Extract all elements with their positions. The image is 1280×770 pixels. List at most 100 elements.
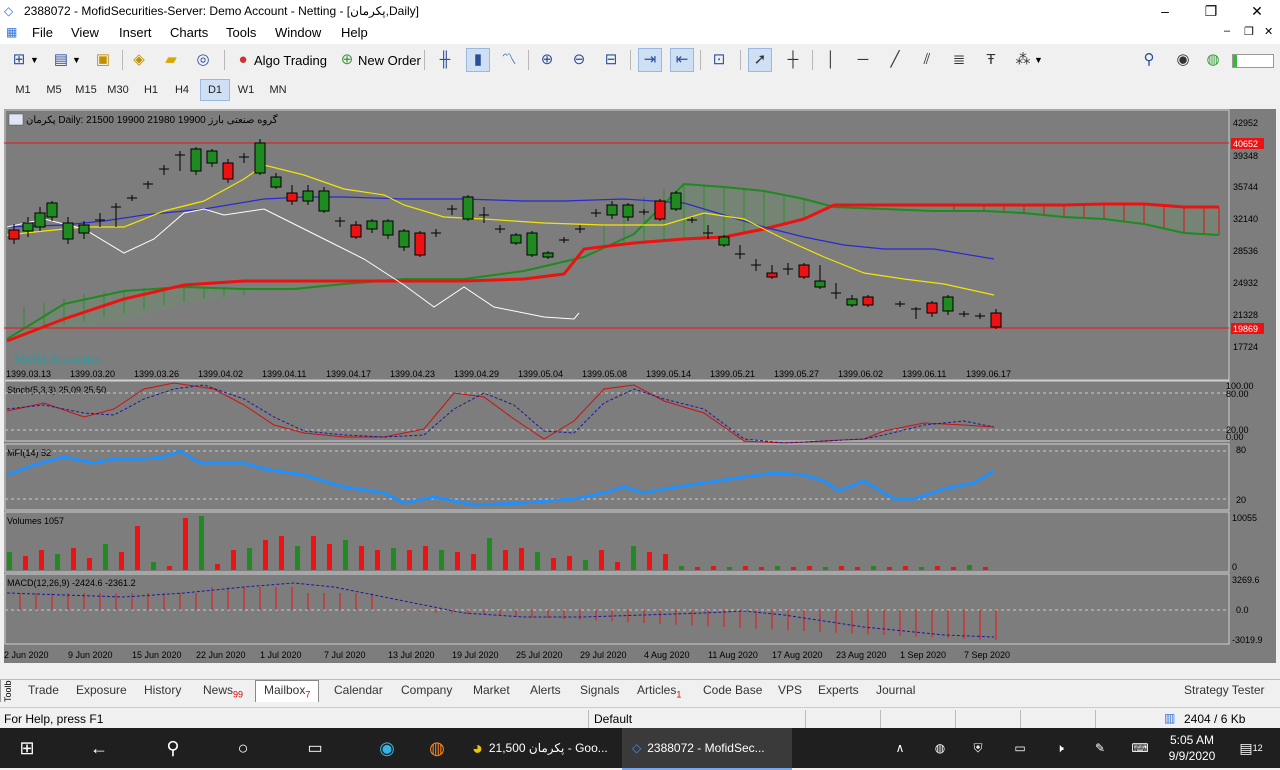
tab-mailbox[interactable]: Mailbox7 — [255, 680, 320, 703]
level-button[interactable]: ◍ — [1202, 48, 1224, 72]
search-button[interactable]: ⚲ — [1138, 48, 1160, 72]
profiles-button[interactable]: ▤ ▼ — [50, 48, 81, 72]
mt5-window-label: 2388072 - MofidSec... — [647, 741, 765, 755]
chart-shift-button[interactable]: ⇤ — [670, 48, 694, 72]
menu-insert[interactable]: Insert — [119, 25, 152, 40]
tab-label: Exposure — [76, 683, 127, 697]
title-bar: ◇ 2388072 - MofidSecurities-Server: Demo… — [0, 0, 1280, 22]
terminal-button[interactable]: ▰ — [160, 48, 182, 72]
algo-trading-button[interactable]: ● Algo Trading — [232, 48, 327, 72]
edge-icon[interactable]: ◉ — [364, 728, 410, 768]
zoom-in-button[interactable]: ⊕ — [536, 48, 558, 72]
tab-alerts[interactable]: Alerts — [530, 683, 561, 697]
timeframe-w1[interactable]: W1 — [232, 79, 260, 101]
child-minimize-button[interactable]: – — [1224, 25, 1230, 37]
tab-journal[interactable]: Journal — [876, 683, 915, 697]
connection-icon[interactable]: ▥ — [1164, 711, 1175, 725]
app-icon: ◇ — [4, 4, 14, 18]
volume-bar — [823, 567, 828, 570]
vertical-line-button[interactable]: │ — [820, 48, 842, 72]
timeframe-m30[interactable]: M30 — [104, 79, 132, 101]
market-watch-button[interactable]: ▣ — [92, 48, 114, 72]
toolbox-side-label[interactable]: Toolbox — [0, 680, 15, 702]
timeframe-m1[interactable]: M1 — [9, 79, 37, 101]
templates-button[interactable]: ⊡ — [708, 48, 730, 72]
timeframe-h1[interactable]: H1 — [137, 79, 165, 101]
new-order-button[interactable]: ⊕ New Order — [336, 48, 421, 72]
tab-vps[interactable]: VPS — [778, 683, 802, 697]
show-hidden-icons[interactable]: ∧ — [888, 728, 912, 768]
equidistant-channel-button[interactable]: ⫽ — [916, 48, 938, 72]
clock[interactable]: 5:05 AM 9/9/2020 — [1160, 732, 1224, 764]
menu-view[interactable]: View — [71, 25, 99, 40]
timeframe-m5[interactable]: M5 — [40, 79, 68, 101]
cursor-button[interactable]: ➚ — [748, 48, 772, 72]
text-button[interactable]: Ŧ — [980, 48, 1002, 72]
menu-tools[interactable]: Tools — [226, 25, 256, 40]
volumes-tick: 10055 — [1232, 513, 1257, 523]
close-button[interactable]: ✕ — [1234, 0, 1280, 22]
fibonacci-button[interactable]: ≣ — [948, 48, 970, 72]
chrome-taskbar-item[interactable]: ◕ پکرمان 21,500 - Goo... — [464, 728, 628, 768]
restore-button[interactable]: ❐ — [1188, 0, 1234, 22]
start-button[interactable]: ⊞ — [4, 728, 50, 768]
trendline-button[interactable]: ╱ — [884, 48, 906, 72]
child-close-button[interactable]: ✕ — [1264, 25, 1273, 38]
minimize-button[interactable]: – — [1142, 0, 1188, 22]
menu-window[interactable]: Window — [275, 25, 321, 40]
tab-experts[interactable]: Experts — [818, 683, 859, 697]
crosshair-button[interactable]: ┼ — [782, 48, 804, 72]
back-icon[interactable]: ← — [76, 728, 122, 768]
firefox-icon[interactable]: ◍ — [414, 728, 460, 768]
tab-calendar[interactable]: Calendar — [334, 683, 383, 697]
display-icon[interactable]: ▭ — [1008, 728, 1032, 768]
child-restore-button[interactable]: ❐ — [1244, 25, 1254, 38]
tab-articles[interactable]: Articles1 — [637, 683, 681, 699]
menu-charts[interactable]: Charts — [170, 25, 208, 40]
strategy-tester-button[interactable]: ◎ — [192, 48, 214, 72]
zoom-out-button[interactable]: ⊖ — [568, 48, 590, 72]
pen-icon[interactable]: ✎ — [1088, 728, 1112, 768]
network-globe-icon[interactable]: ◍ — [928, 728, 952, 768]
chart-area[interactable]: پکرمان Daily: 21500 19900 21980 19900 گر… — [4, 109, 1276, 663]
keyboard-icon[interactable]: ⌨ — [1126, 728, 1154, 768]
toolbar-separator — [528, 50, 529, 70]
candlestick-button[interactable]: ▮ — [466, 48, 490, 72]
navigator-button[interactable]: ◈ — [128, 48, 150, 72]
volume-bar — [119, 552, 124, 570]
timeframe-h4[interactable]: H4 — [168, 79, 196, 101]
tab-trade[interactable]: Trade — [28, 683, 59, 697]
timeframe-mn[interactable]: MN — [264, 79, 292, 101]
account-button[interactable]: ◉ — [1172, 48, 1194, 72]
signal-icon: ◎ — [196, 51, 210, 68]
volume-bar — [983, 567, 988, 570]
tab-news[interactable]: News99 — [203, 683, 243, 699]
autoscroll-button[interactable]: ⇥ — [638, 48, 662, 72]
volume-bar — [487, 538, 492, 570]
tab-signals[interactable]: Signals — [580, 683, 619, 697]
tile-windows-button[interactable]: ⊟ — [600, 48, 622, 72]
cortana-icon[interactable]: ○ — [220, 728, 266, 768]
horizontal-line-icon: ─ — [857, 51, 869, 68]
new-chart-button[interactable]: ⊞ ▼ — [8, 48, 39, 72]
line-chart-button[interactable]: 〽 — [498, 48, 520, 72]
tab-history[interactable]: History — [144, 683, 181, 697]
timeframe-m15[interactable]: M15 — [72, 79, 100, 101]
mt5-taskbar-item[interactable]: ◇ 2388072 - MofidSec... — [622, 728, 792, 770]
bar-chart-button[interactable]: ╫ — [434, 48, 456, 72]
tab-code-base[interactable]: Code Base — [703, 683, 762, 697]
timeframe-d1[interactable]: D1 — [200, 79, 230, 101]
security-icon[interactable]: ⛨ — [966, 728, 990, 768]
tab-company[interactable]: Company — [401, 683, 452, 697]
task-view-icon[interactable]: ▭ — [292, 728, 338, 768]
shapes-button[interactable]: ⁂ ▼ — [1012, 48, 1043, 72]
tab-market[interactable]: Market — [473, 683, 510, 697]
menu-help[interactable]: Help — [341, 25, 368, 40]
horizontal-line-button[interactable]: ─ — [852, 48, 874, 72]
notifications-button[interactable]: ▤ 12 — [1236, 728, 1266, 768]
volume-muted-icon[interactable]: 🕨 — [1048, 728, 1072, 768]
tab-exposure[interactable]: Exposure — [76, 683, 127, 697]
search-icon[interactable]: ⚲ — [150, 728, 196, 768]
strategy-tester-tab[interactable]: Strategy Tester — [1184, 683, 1264, 697]
menu-file[interactable]: File — [32, 25, 53, 40]
